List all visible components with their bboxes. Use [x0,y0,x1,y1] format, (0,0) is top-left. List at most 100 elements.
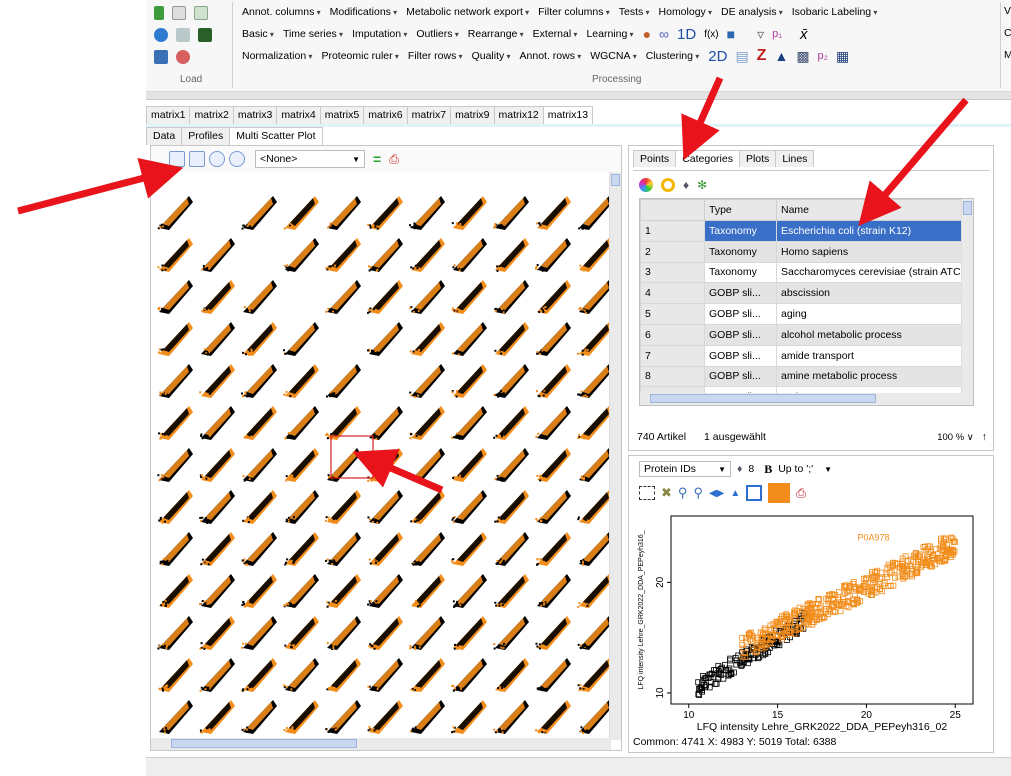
scatter-cell[interactable] [157,322,193,356]
scatter-cell[interactable] [325,532,361,566]
table-row[interactable]: 6 GOBP sli... alcohol metabolic process [640,323,973,346]
scatter-cell[interactable] [283,658,319,692]
scatter-cell[interactable] [326,364,361,398]
scatter-cell[interactable] [199,616,235,650]
scatter-cell[interactable] [283,196,319,230]
scatter-cell[interactable] [452,574,487,608]
bold-button[interactable]: B [764,462,772,477]
menu-annot-columns[interactable]: Annot. columns [242,6,321,18]
zoom-out-icon[interactable]: ⚲ [693,485,703,501]
tab-matrix13[interactable]: matrix13 [542,106,594,124]
scatter-cell[interactable] [241,616,277,650]
scatter-cell[interactable] [158,490,193,524]
scatter-cell[interactable] [451,322,487,356]
fit-height-icon[interactable] [189,151,205,167]
scatter-cell[interactable] [409,448,445,482]
tab-matrix9[interactable]: matrix9 [450,106,495,124]
scatter-cell[interactable] [536,658,571,692]
tab-matrix12[interactable]: matrix12 [493,106,544,124]
histogram-icon[interactable]: ■ [727,26,735,42]
tag-icon[interactable]: ♦ [737,463,742,475]
scatter-cell[interactable] [326,574,361,608]
arrow-up-icon[interactable]: ↑ [982,431,987,443]
two-d-button[interactable]: 2D [708,48,727,65]
scatter-cell[interactable] [579,448,611,482]
scatter-cell[interactable] [241,574,277,608]
scatter-cell[interactable] [453,616,487,650]
scatter-cell[interactable] [451,532,487,566]
scatter-cell[interactable] [493,700,529,734]
scatter-cell[interactable] [535,238,571,272]
scatter-cell[interactable] [494,322,529,356]
tab-matrix6[interactable]: matrix6 [363,106,408,124]
scatter-cell[interactable] [367,196,403,230]
scatter-cell[interactable] [410,490,445,524]
scatter-cell[interactable] [577,658,611,692]
scatter-cell[interactable] [241,658,277,692]
scatter-cell[interactable] [157,616,193,650]
scatter-cell[interactable] [577,406,611,440]
font-size-value[interactable]: 8 [748,463,754,475]
table-row[interactable]: 7 GOBP sli... amide transport [640,344,973,367]
left-vertical-scrollbar[interactable] [609,172,621,740]
scatter-cell[interactable] [326,658,361,692]
scatter-cell[interactable] [493,196,529,230]
up-to-select[interactable]: Up to ';' ▼ [778,463,832,475]
scatter-cell[interactable] [283,238,319,272]
scatter-cell[interactable] [451,700,487,734]
menu-de-analysis[interactable]: DE analysis [721,6,783,18]
scatter-cell[interactable] [241,322,277,356]
menu-learning[interactable]: Learning [586,28,633,40]
menu-filter-columns[interactable]: Filter columns [538,6,610,18]
one-d-button[interactable]: 1D [677,26,696,43]
scatter-cell[interactable] [243,406,277,440]
menu-external[interactable]: External [533,28,578,40]
left-horizontal-scrollbar-thumb[interactable] [171,739,357,748]
scatter-cell[interactable] [493,616,529,650]
scatter-cell[interactable] [451,196,487,230]
ring-icon[interactable] [661,178,675,192]
scatter-cell[interactable] [495,238,529,272]
menu-rearrange[interactable]: Rearrange [468,28,524,40]
menu-homology[interactable]: Homology [659,6,713,18]
p1-button[interactable]: p₁ [772,28,782,40]
tab-matrix7[interactable]: matrix7 [406,106,452,124]
scatter-cell[interactable] [494,448,529,482]
scatter-cell[interactable] [159,364,193,398]
tab-matrix3[interactable]: matrix3 [232,106,278,124]
menu-tests[interactable]: Tests [619,6,650,18]
scatter-cell[interactable] [409,196,445,230]
label-column-select[interactable]: Protein IDs ▼ [639,461,731,477]
table-row[interactable]: 1 Taxonomy Escherichia coli (strain K12) [640,220,973,242]
network-icon[interactable] [176,28,190,42]
heatmap-icon[interactable] [198,28,212,42]
scatter-cell[interactable] [241,532,277,566]
scatter-cell[interactable] [158,406,193,440]
tab-points[interactable]: Points [633,150,677,167]
flower-icon[interactable] [154,28,168,42]
scatter-cell[interactable] [283,700,319,734]
scatter-cell[interactable] [327,448,361,482]
scatter-cell[interactable] [494,490,529,524]
zoom-select[interactable]: 100 % ∨ [937,432,974,443]
scatter-cell[interactable] [411,574,445,608]
import-icon[interactable] [154,50,168,64]
tab-matrix2[interactable]: matrix2 [189,106,234,124]
tab-multi-scatter-plot[interactable]: Multi Scatter Plot [229,127,323,145]
scatter-cell[interactable] [451,364,487,398]
scatter-cell[interactable] [243,280,277,314]
left-horizontal-scrollbar[interactable] [151,738,611,750]
scatter-cell[interactable] [199,448,235,482]
scatter-cell[interactable] [410,238,445,272]
scatter-cell[interactable] [200,406,235,440]
scatter-cell[interactable] [368,532,403,566]
color-wheel-icon[interactable] [639,178,653,192]
scatter-cell[interactable] [537,280,571,314]
scatter-cell[interactable] [284,532,319,566]
tab-categories[interactable]: Categories [675,150,740,167]
table-vertical-scrollbar[interactable] [961,199,973,399]
tab-matrix5[interactable]: matrix5 [319,106,365,124]
scatter-cell[interactable] [409,364,445,398]
tools-icon[interactable]: ✖ [661,485,672,501]
scatter-cell[interactable] [367,658,403,692]
